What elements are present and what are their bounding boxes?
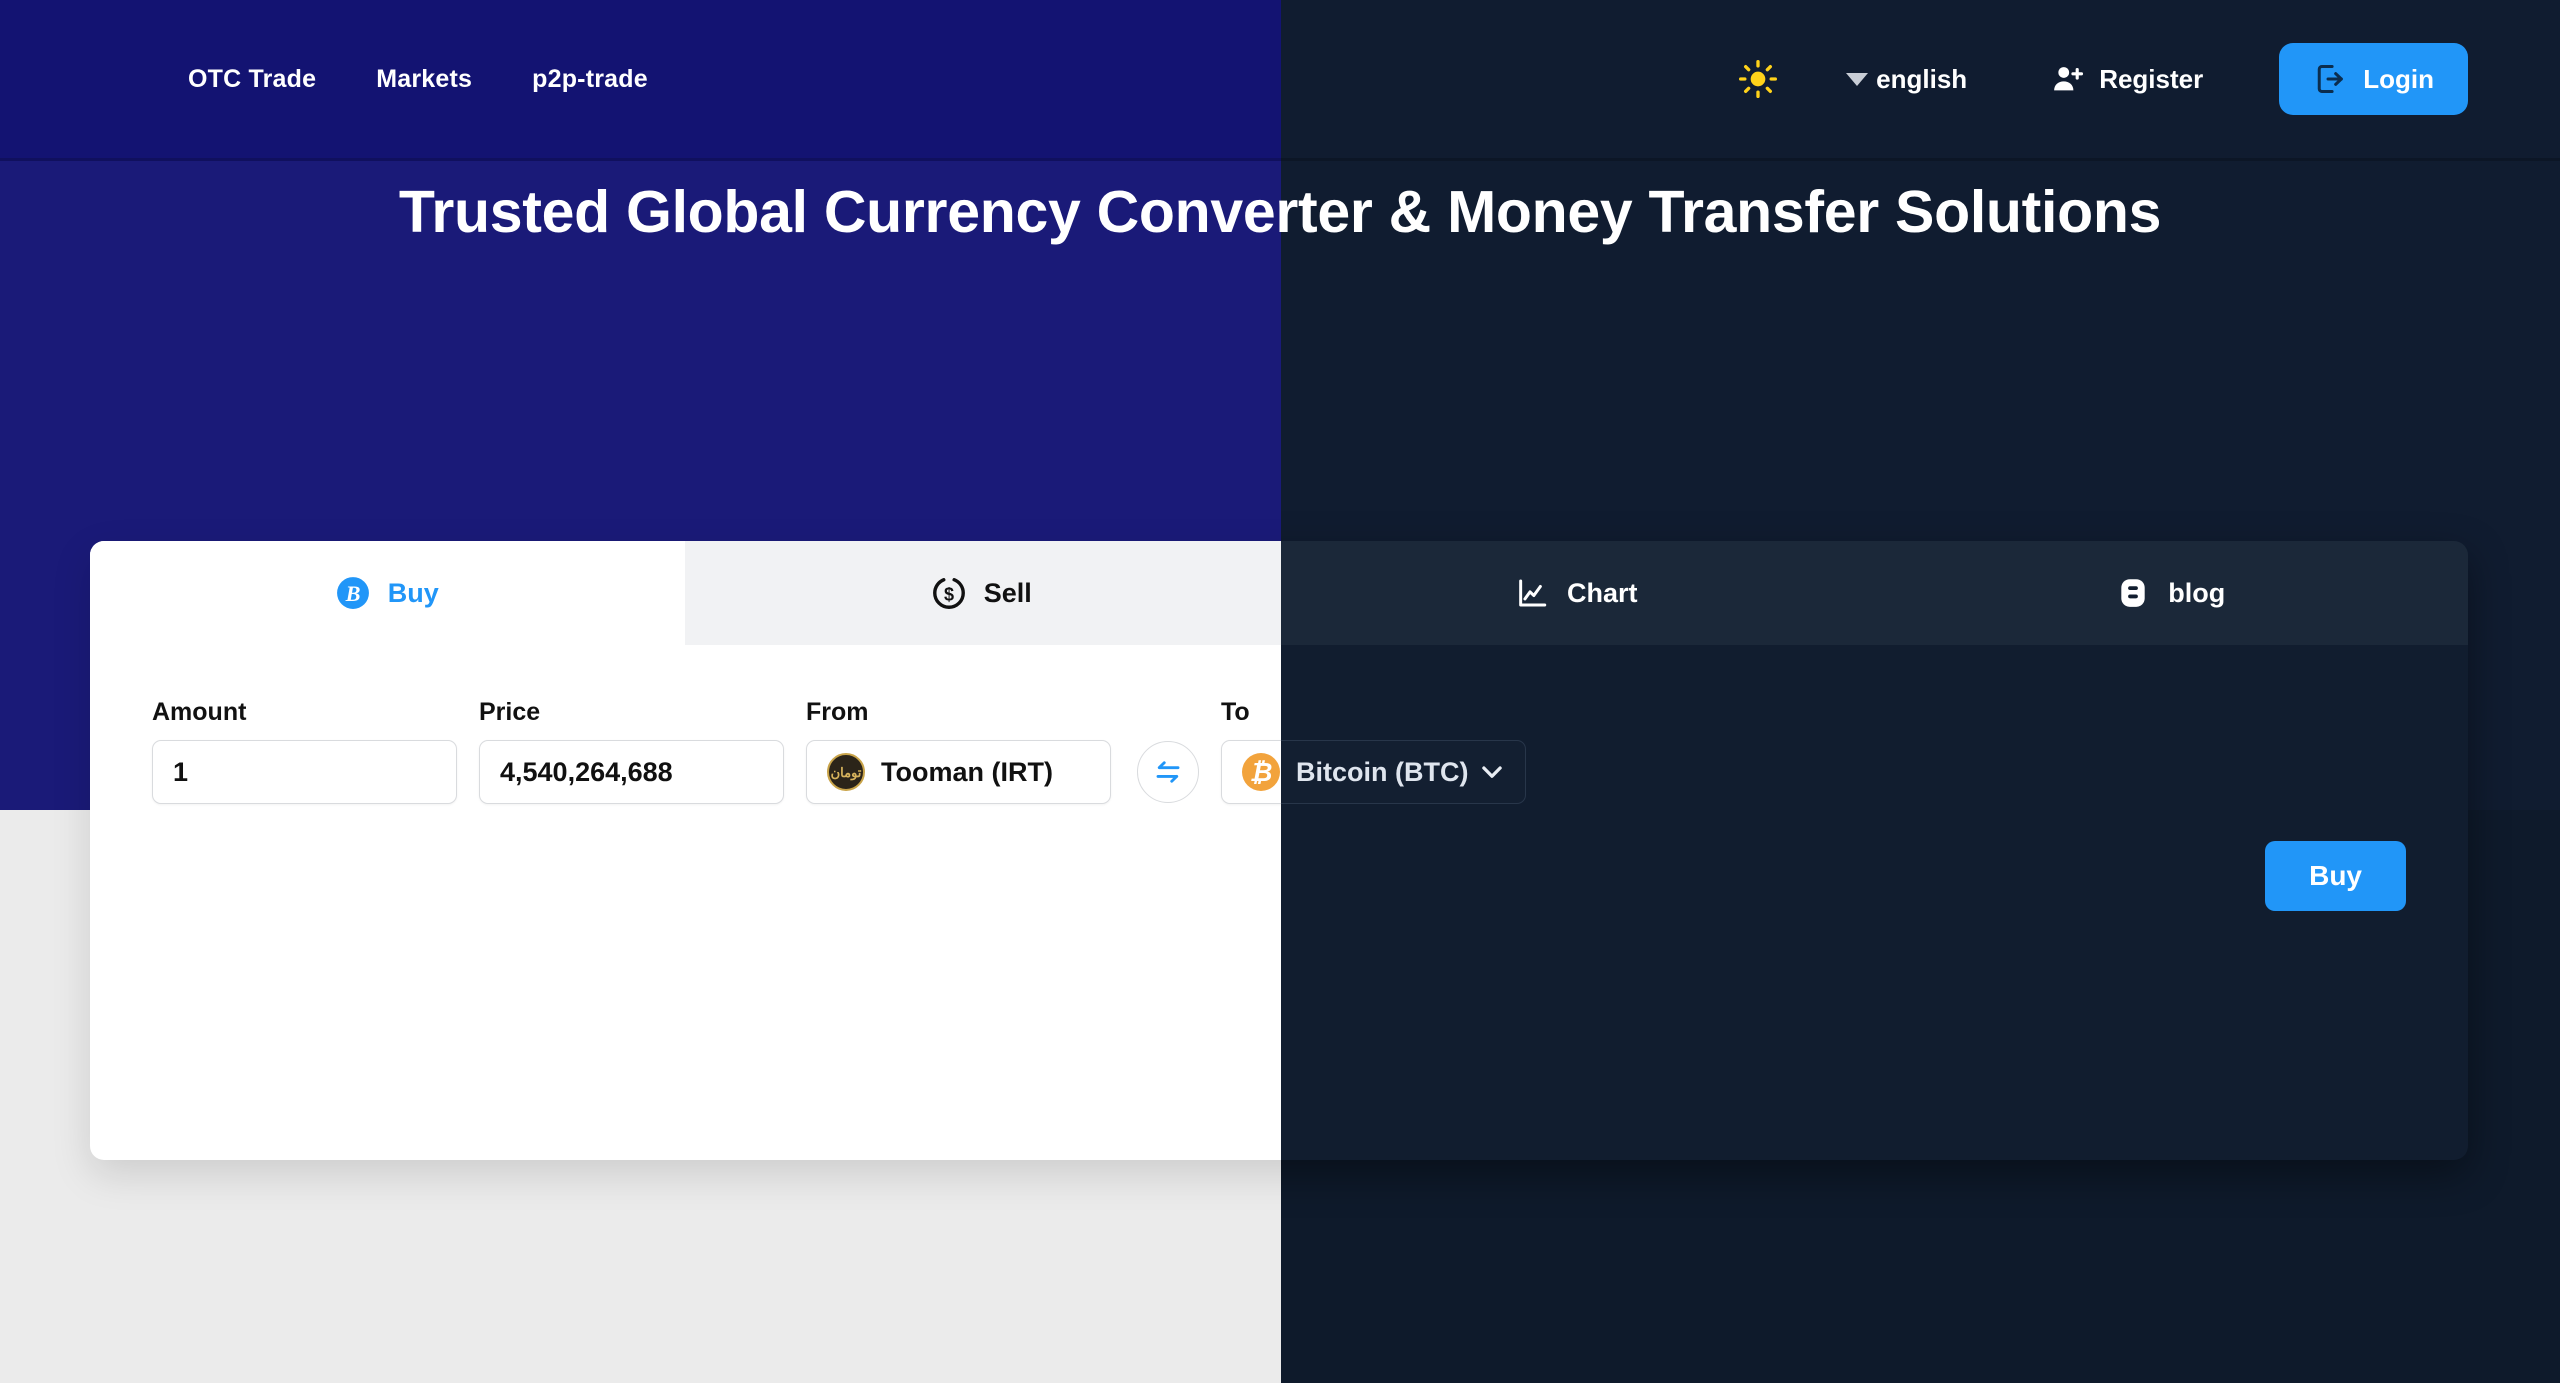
from-currency-value: Tooman (IRT) (881, 756, 1053, 787)
dark-theme-half: OTC Trade Markets p2p-trade (1281, 0, 2560, 1383)
from-currency-select[interactable]: تومان Tooman (IRT) (806, 740, 1111, 804)
toman-coin-icon: تومان (827, 753, 865, 791)
blogger-icon (2121, 579, 2145, 607)
login-button[interactable]: Login (2279, 43, 2468, 115)
converter-form: Amount 1 Price 4,540,264,688 From تومان … (90, 645, 1281, 804)
page-title: Trusted Global Currency Converter & Mone… (1281, 179, 2162, 245)
converter-card: B Buy $ Sell Chart (90, 541, 1281, 1160)
svg-text:B: B (344, 581, 360, 606)
tab-buy[interactable]: B Buy (90, 541, 685, 645)
to-label: To (1281, 698, 1526, 727)
price-label: Price (479, 698, 541, 726)
sun-icon (1739, 60, 1778, 98)
tab-blog[interactable]: blog (1873, 541, 2468, 645)
site-header: OTC Trade Markets p2p-trade (1281, 0, 2560, 161)
converter-actions: Buy (90, 804, 1281, 911)
price-input[interactable]: 4,540,264,688 (479, 740, 784, 804)
light-theme-half: OTC Trade Markets p2p-trade Trusted Glob… (0, 0, 1281, 1383)
login-label: Login (2363, 63, 2434, 94)
toman-coin-text: تومان (830, 764, 862, 780)
tab-chart[interactable]: Chart (1281, 541, 1874, 645)
nav-markets[interactable]: Markets (376, 65, 472, 94)
site-header: OTC Trade Markets p2p-trade (0, 0, 1281, 161)
bitcoin-coin-icon: ₿ (1242, 753, 1280, 791)
from-field-group: From تومان Tooman (IRT) (806, 698, 1111, 804)
tab-blog-label: blog (2168, 577, 2226, 608)
logout-arrow-icon (2317, 65, 2344, 93)
amount-field-group: Amount 1 (152, 698, 457, 804)
line-chart-icon (1519, 579, 1547, 607)
amount-label: Amount (152, 698, 247, 726)
svg-text:$: $ (944, 584, 954, 604)
language-selector[interactable]: english (1846, 64, 1967, 95)
tab-chart-label: Chart (1566, 577, 1638, 608)
converter-tabs: B Buy $ Sell Chart (1281, 541, 2468, 645)
nav-otc-trade[interactable]: OTC Trade (188, 65, 316, 94)
from-label: From (806, 698, 869, 726)
converter-form: Amount 1 Price 4,540,264,688 From تومان … (1281, 645, 2468, 804)
to-field-group: To ₿ Bitcoin (BTC) (1281, 698, 1526, 804)
converter-tabs: B Buy $ Sell Chart (90, 541, 1281, 645)
register-label: Register (2099, 63, 2204, 94)
header-actions: english Register Login (1730, 43, 2468, 115)
swap-currencies-button[interactable] (1137, 741, 1199, 803)
to-label: To (1221, 698, 1250, 726)
swap-arrows-icon (1156, 761, 1180, 783)
tab-sell[interactable]: $ Sell (684, 541, 1279, 645)
bitcoin-circle-icon: B (336, 577, 369, 609)
to-currency-select[interactable]: ₿ Bitcoin (BTC) (1221, 740, 1281, 804)
nav-p2p-trade[interactable]: p2p-trade (532, 65, 648, 94)
price-field-group: Price 4,540,264,688 (479, 698, 784, 804)
submit-buy-button[interactable]: Buy (2265, 841, 2406, 911)
user-plus-icon (2054, 67, 2084, 91)
converter-actions: Buy (1281, 804, 2468, 911)
register-button[interactable]: Register (2051, 62, 2203, 96)
tab-sell-label: Sell (983, 577, 1032, 608)
to-field-group: To ₿ Bitcoin (BTC) (1221, 698, 1281, 804)
theme-toggle-button[interactable] (1730, 51, 1786, 107)
chevron-down-icon (1482, 766, 1502, 778)
caret-down-icon (1846, 72, 1869, 86)
language-label: english (1876, 63, 1968, 94)
main-navigation: OTC Trade Markets p2p-trade (188, 65, 648, 94)
to-currency-select[interactable]: ₿ Bitcoin (BTC) (1281, 740, 1526, 804)
amount-input[interactable]: 1 (152, 740, 457, 804)
to-currency-value: Bitcoin (BTC) (1296, 756, 1469, 787)
dollar-circle-icon: $ (932, 577, 965, 609)
tab-buy-label: Buy (387, 577, 439, 608)
bitcoin-coin-symbol: ₿ (1249, 757, 1273, 787)
page-title: Trusted Global Currency Converter & Mone… (398, 179, 1281, 245)
converter-card: B Buy $ Sell Chart (1281, 541, 2468, 1160)
